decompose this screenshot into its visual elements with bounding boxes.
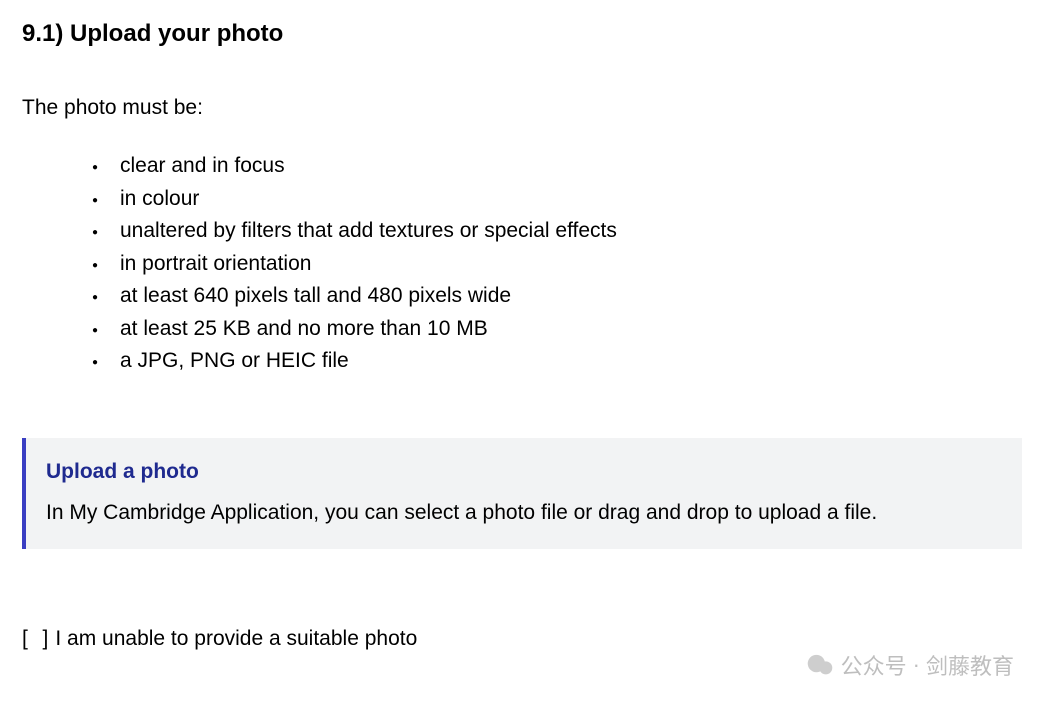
section-heading: 9.1) Upload your photo bbox=[22, 20, 1020, 48]
upload-box-title: Upload a photo bbox=[46, 460, 998, 484]
list-item: a JPG, PNG or HEIC file bbox=[92, 345, 1020, 378]
list-item: in portrait orientation bbox=[92, 248, 1020, 281]
intro-text: The photo must be: bbox=[22, 96, 1020, 120]
unable-checkbox-row[interactable]: [ ] I am unable to provide a suitable ph… bbox=[22, 627, 1020, 651]
requirements-list: clear and in focus in colour unaltered b… bbox=[22, 150, 1020, 378]
watermark-prefix: 公众号 bbox=[841, 649, 907, 681]
upload-info-box: Upload a photo In My Cambridge Applicati… bbox=[22, 438, 1022, 549]
watermark-separator: · bbox=[913, 652, 920, 678]
checkbox-icon[interactable]: [ ] bbox=[22, 627, 49, 651]
checkbox-label: I am unable to provide a suitable photo bbox=[55, 627, 417, 651]
list-item: at least 25 KB and no more than 10 MB bbox=[92, 313, 1020, 346]
watermark: 公众号 · 剑藤教育 bbox=[807, 649, 1014, 681]
list-item: at least 640 pixels tall and 480 pixels … bbox=[92, 280, 1020, 313]
wechat-icon bbox=[807, 652, 833, 678]
list-item: in colour bbox=[92, 183, 1020, 216]
list-item: clear and in focus bbox=[92, 150, 1020, 183]
list-item: unaltered by filters that add textures o… bbox=[92, 215, 1020, 248]
upload-box-description: In My Cambridge Application, you can sel… bbox=[46, 498, 998, 527]
watermark-name: 剑藤教育 bbox=[926, 649, 1014, 681]
